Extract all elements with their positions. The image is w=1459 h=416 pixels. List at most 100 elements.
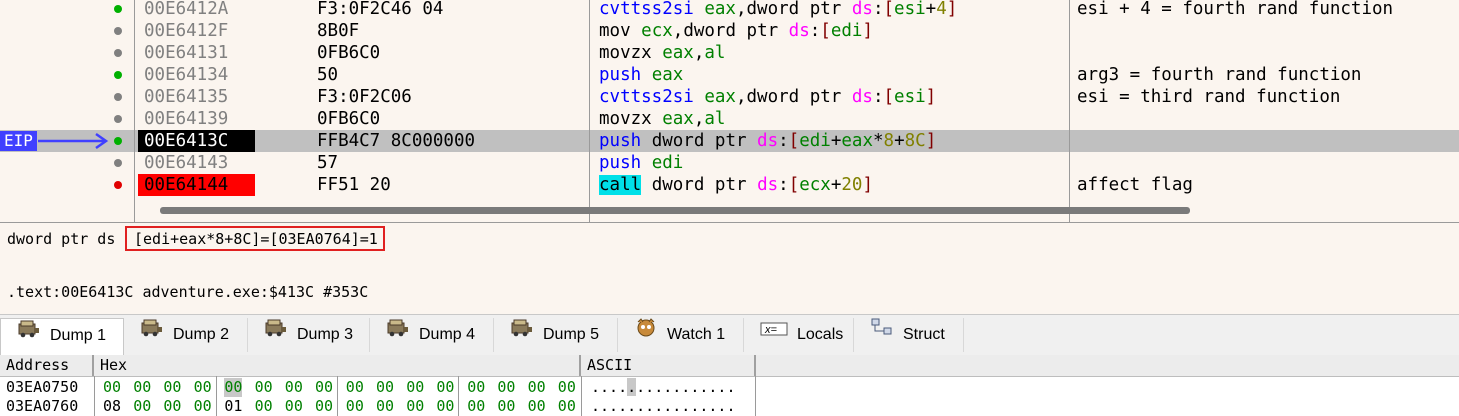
disassembly-view[interactable]: 00E6412A F3:0F2C46 04 cvttss2si eax,dword … — [0, 0, 1459, 222]
tab-dump-5[interactable]: Dump 5 — [494, 318, 618, 352]
instruction-token: 8C — [904, 131, 926, 151]
dump-hex-byte[interactable]: 00 — [194, 397, 212, 416]
dump-hex-byte[interactable]: 00 — [558, 397, 576, 416]
dump-hex-byte[interactable]: 00 — [497, 378, 515, 397]
dump-hex-byte[interactable]: 00 — [467, 378, 485, 397]
instruction-token: dword ptr — [746, 87, 852, 107]
instruction-address[interactable]: 00E64144 — [138, 174, 255, 196]
dump-hex-byte[interactable]: 00 — [194, 378, 212, 397]
dump-hex-byte[interactable]: 08 — [103, 397, 121, 416]
instruction-token: + — [830, 175, 842, 195]
disasm-row[interactable]: 00E64135 F3:0F2C06 cvttss2si eax,dword ptr… — [0, 86, 1459, 108]
address-column-header[interactable]: Address — [0, 355, 94, 376]
instruction-address[interactable]: 00E64139 — [138, 108, 255, 130]
dump-address[interactable]: 03EA0750 — [6, 378, 78, 397]
breakpoint-dot-icon[interactable] — [114, 137, 122, 145]
dump-hex-byte[interactable]: 00 — [133, 397, 151, 416]
dump-hex-byte[interactable]: 00 — [285, 378, 303, 397]
dump-ascii[interactable]: ................ — [591, 378, 736, 397]
disasm-row[interactable]: 00E6412F 8B0F mov ecx,dword ptr ds:[edi] — [0, 20, 1459, 42]
dump-hex-byte[interactable]: 00 — [346, 378, 364, 397]
instruction-text: push dword ptr ds:[edi+eax*8+8C] — [599, 130, 936, 152]
tab-dump-2[interactable]: Dump 2 — [124, 318, 248, 352]
disasm-row[interactable]: 00E6412A F3:0F2C46 04 cvttss2si eax,dword … — [0, 0, 1459, 20]
instruction-token: dword ptr — [641, 175, 758, 195]
dump-row[interactable]: 03EA0760 08 00 00 00 01 00 00 00 00 00 00 00 00 00 00 00… — [0, 397, 1459, 416]
tab-dump-3[interactable]: Dump 3 — [248, 318, 370, 352]
instruction-address[interactable]: 00E64135 — [138, 86, 255, 108]
dump-hex-byte[interactable]: 00 — [467, 397, 485, 416]
disasm-row[interactable]: 00E6413C FFB4C7 8C000000 push dword ptr ds… — [0, 130, 1459, 152]
disasm-row[interactable]: 00E64139 0FB6C0 movzx eax,al — [0, 108, 1459, 130]
dump-address[interactable]: 03EA0760 — [6, 397, 78, 416]
dump-ascii[interactable]: ................ — [591, 397, 736, 416]
dump-hex-byte[interactable]: 00 — [133, 378, 151, 397]
instruction-token: : — [778, 175, 789, 195]
instruction-token: : — [809, 21, 821, 41]
instruction-token: [ — [820, 21, 831, 41]
dump-hex-byte[interactable]: 00 — [315, 378, 333, 397]
dump-hex-byte[interactable]: 00 — [376, 378, 394, 397]
instruction-address[interactable]: 00E6412A — [138, 0, 255, 20]
dump-hex-byte[interactable]: 00 — [255, 397, 273, 416]
dump-hex-byte[interactable]: 00 — [346, 397, 364, 416]
dump-hex-byte[interactable]: 00 — [224, 378, 243, 397]
dump-hex-byte[interactable]: 01 — [224, 397, 242, 416]
dump-hex-byte[interactable]: 00 — [315, 397, 333, 416]
instruction-comment: esi + 4 = fourth rand function — [1077, 0, 1394, 19]
breakpoint-dot-icon[interactable] — [114, 49, 122, 57]
tab-locals[interactable]: x= Locals — [744, 318, 854, 352]
tab-label: Dump 2 — [173, 326, 230, 344]
instruction-token: [ — [883, 87, 895, 107]
tab-struct[interactable]: Struct — [854, 318, 964, 352]
breakpoint-dot-icon[interactable] — [114, 115, 122, 123]
tab-label: Dump 3 — [297, 326, 354, 344]
disasm-row[interactable]: 00E64131 0FB6C0 movzx eax,al — [0, 42, 1459, 64]
dump-hex-byte[interactable]: 00 — [528, 378, 546, 397]
dump-row[interactable]: 03EA0750 00 00 00 00 00 00 00 00 00 00 00 00 00 00 00 00… — [0, 378, 1459, 397]
dump-hex-byte[interactable]: 00 — [436, 378, 454, 397]
breakpoint-dot-icon[interactable] — [114, 71, 122, 79]
breakpoint-dot-icon[interactable] — [114, 93, 122, 101]
instruction-comment: affect flag — [1077, 175, 1193, 195]
breakpoint-dot-icon[interactable] — [114, 159, 122, 167]
dump-view[interactable]: Address Hex ASCII 03EA0750 00 00 00 00 00 00 00… — [0, 355, 1459, 416]
dump-hex-byte[interactable]: 00 — [558, 378, 576, 397]
instruction-token: eax — [662, 109, 694, 129]
breakpoint-dot-icon[interactable] — [114, 5, 122, 13]
instruction-text: push edi — [599, 152, 683, 174]
instruction-address[interactable]: 00E6413C — [138, 130, 255, 152]
breakpoint-dot-icon[interactable] — [114, 181, 122, 189]
dump-hex-byte[interactable]: 00 — [285, 397, 303, 416]
instruction-token: push — [599, 153, 652, 173]
dump-hex-byte[interactable]: 00 — [163, 378, 181, 397]
dump-hex-byte[interactable]: 00 — [497, 397, 515, 416]
dump-hex-byte[interactable]: 00 — [103, 378, 121, 397]
instruction-token: [ — [883, 0, 895, 19]
tab-dump-4[interactable]: Dump 4 — [370, 318, 494, 352]
disasm-row[interactable]: 00E64134 50 push eax arg3 = fourth rand fun… — [0, 64, 1459, 86]
dump-hex-byte[interactable]: 00 — [255, 378, 273, 397]
tab-dump-1[interactable]: Dump 1 — [0, 318, 124, 355]
dump-hex-byte[interactable]: 00 — [163, 397, 181, 416]
dump-hex-byte[interactable]: 00 — [376, 397, 394, 416]
horizontal-scrollbar-thumb[interactable] — [160, 207, 1190, 214]
instruction-address[interactable]: 00E64143 — [138, 152, 255, 174]
instruction-address[interactable]: 00E6412F — [138, 20, 255, 42]
instruction-address[interactable]: 00E64131 — [138, 42, 255, 64]
tab-watch-1[interactable]: Watch 1 — [618, 318, 744, 352]
disasm-row[interactable]: 00E64144 FF51 20 call dword ptr ds:[ecx+20… — [0, 174, 1459, 196]
instruction-token: cvttss2si — [599, 87, 705, 107]
instruction-token: ds — [788, 21, 810, 41]
tab-label: Dump 5 — [543, 326, 600, 344]
info-location: .text:00E6413C adventure.exe:$413C #353C — [7, 283, 369, 301]
instruction-address[interactable]: 00E64134 — [138, 64, 255, 86]
dump-hex-byte[interactable]: 00 — [406, 378, 424, 397]
dump-hex-byte[interactable]: 00 — [436, 397, 454, 416]
ascii-column-header[interactable]: ASCII — [581, 355, 756, 376]
hex-column-header[interactable]: Hex — [94, 355, 581, 376]
dump-hex-byte[interactable]: 00 — [528, 397, 546, 416]
breakpoint-dot-icon[interactable] — [114, 27, 122, 35]
disasm-row[interactable]: 00E64143 57 push edi — [0, 152, 1459, 174]
dump-hex-byte[interactable]: 00 — [406, 397, 424, 416]
